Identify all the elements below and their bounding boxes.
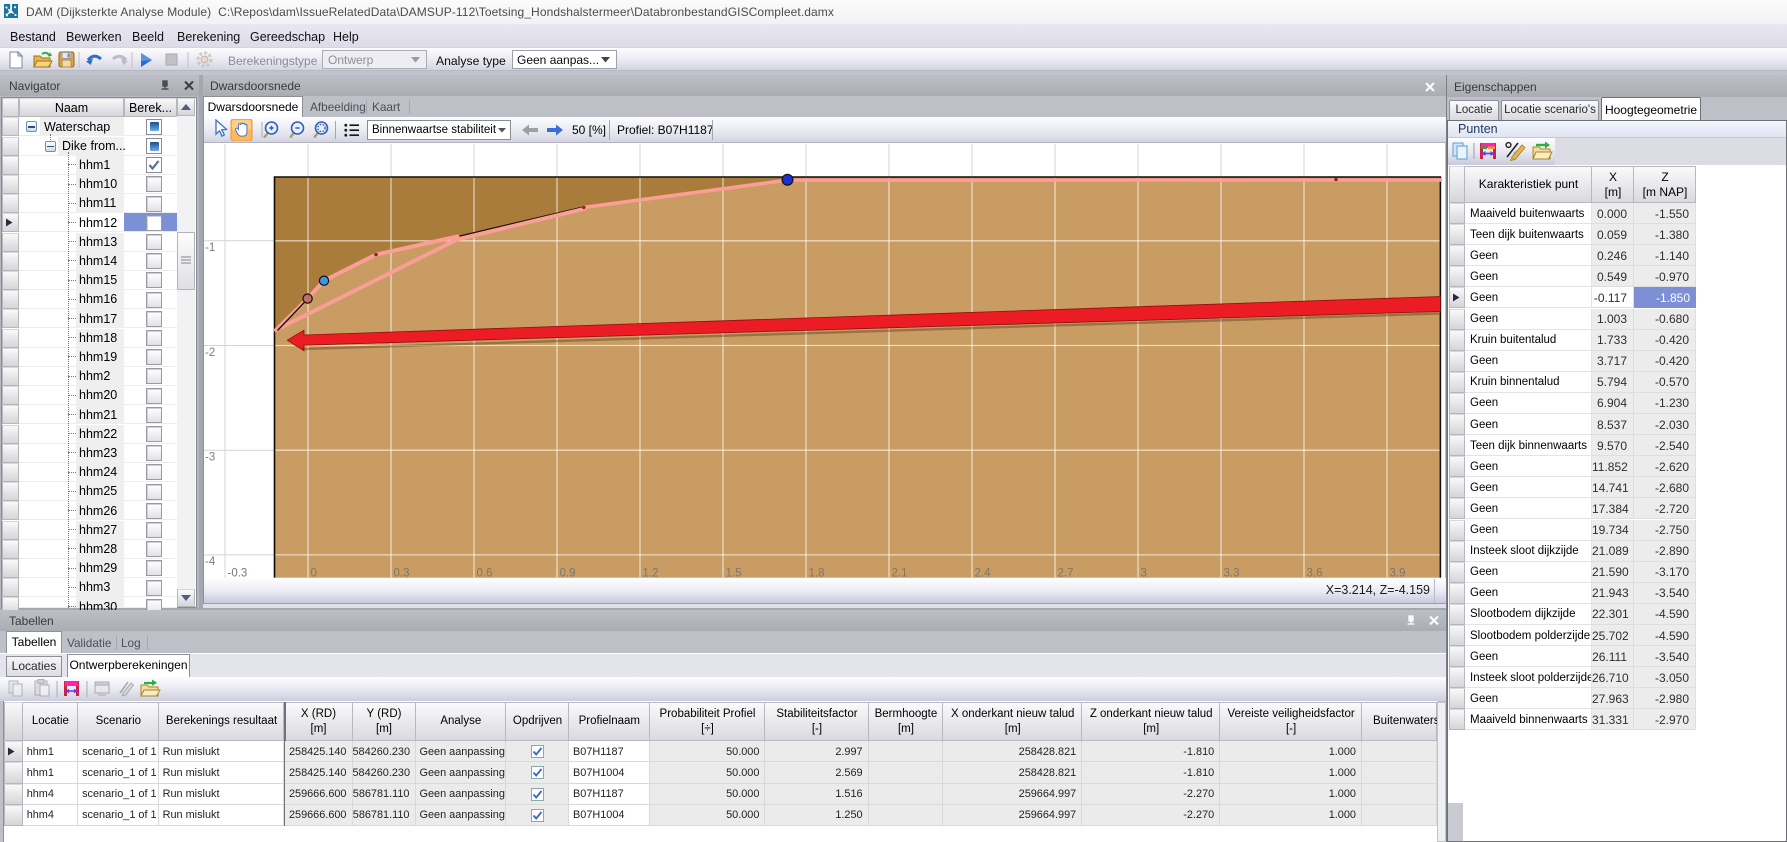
svg-text:-3: -3 (205, 452, 215, 464)
svg-text:-1: -1 (205, 242, 215, 254)
svg-text:2.4: 2.4 (975, 568, 992, 579)
svg-text:-0.3: -0.3 (228, 568, 248, 579)
svg-text:1.8: 1.8 (809, 568, 825, 579)
svg-text:2.1: 2.1 (892, 568, 908, 579)
svg-text:3.9: 3.9 (1390, 568, 1406, 579)
svg-text:-2: -2 (205, 347, 215, 359)
svg-text:0.6: 0.6 (477, 568, 493, 579)
svg-text:3.3: 3.3 (1224, 568, 1240, 579)
svg-text:0.3: 0.3 (394, 568, 410, 579)
svg-text:2.7: 2.7 (1058, 568, 1074, 579)
svg-text:0.9: 0.9 (560, 568, 576, 579)
svg-text:3.6: 3.6 (1307, 568, 1323, 579)
svg-text:0: 0 (311, 568, 317, 579)
svg-text:1.5: 1.5 (726, 568, 742, 579)
svg-text:3: 3 (1141, 568, 1147, 579)
svg-text:1.2: 1.2 (643, 568, 659, 579)
svg-text:-4: -4 (205, 556, 216, 568)
